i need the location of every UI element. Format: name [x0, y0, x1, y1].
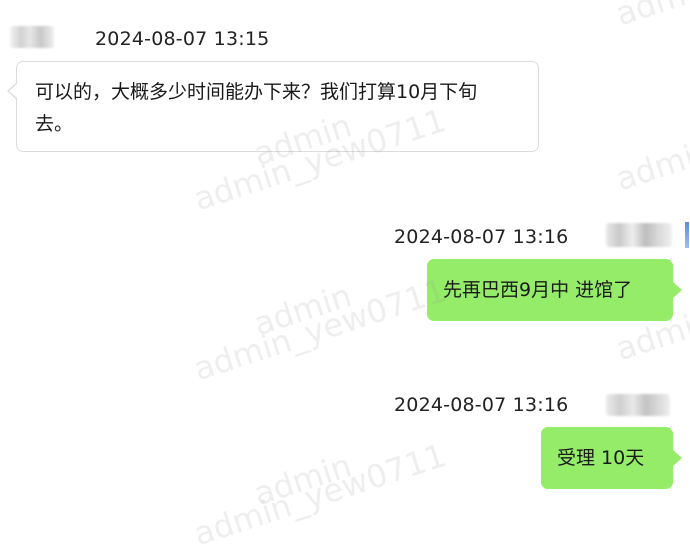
message-timestamp: 2024-08-07 13:16 — [394, 226, 569, 248]
outgoing-message-bubble[interactable]: 受理 10天 — [541, 427, 682, 489]
chat-window: 2024-08-07 13:15 可以的，大概多少时间能办下来？我们打算10月下… — [0, 0, 690, 553]
watermark-text: admin_yew0711 — [189, 436, 451, 553]
watermark-text: admin — [611, 131, 690, 199]
message-text: 先再巴西9月中 进馆了 — [443, 279, 633, 301]
watermark-text: admin_yew0711 — [189, 271, 451, 389]
message-timestamp: 2024-08-07 13:15 — [95, 28, 270, 50]
message-timestamp: 2024-08-07 13:16 — [394, 394, 569, 416]
avatar[interactable] — [606, 394, 670, 416]
incoming-message-bubble[interactable]: 可以的，大概多少时间能办下来？我们打算10月下旬 去。 — [7, 61, 539, 152]
avatar[interactable] — [10, 26, 54, 48]
scrollbar-edge — [685, 222, 689, 248]
watermark-text: admin — [249, 446, 357, 514]
outgoing-message-bubble[interactable]: 先再巴西9月中 进馆了 — [427, 259, 682, 321]
message-text: 受理 10天 — [557, 447, 645, 469]
message-text-line: 可以的，大概多少时间能办下来？我们打算10月下旬 — [35, 81, 478, 103]
watermark-text: admin — [249, 276, 357, 344]
message-text-line: 去。 — [35, 113, 74, 135]
avatar[interactable] — [606, 223, 672, 247]
watermark-text: admin — [611, 0, 690, 33]
